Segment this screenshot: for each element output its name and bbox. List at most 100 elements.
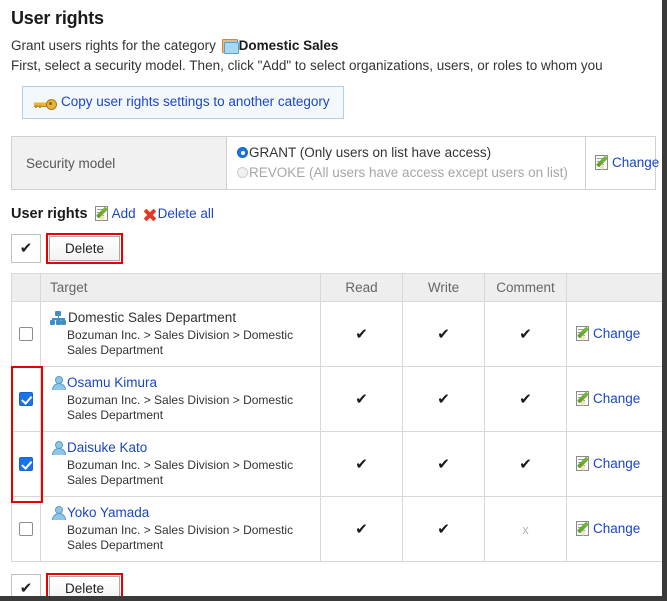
security-model-change-link[interactable]: Change bbox=[595, 155, 659, 170]
security-model-table: Security model GRANT (Only users on list… bbox=[11, 136, 659, 190]
row-target-cell: Daisuke Kato Bozuman Inc. > Sales Divisi… bbox=[40, 431, 321, 497]
folder-icon bbox=[221, 39, 239, 54]
row-checkbox-cell[interactable] bbox=[11, 431, 41, 497]
delete-button-highlight-top: Delete bbox=[46, 232, 124, 264]
target-label: Domestic Sales Department bbox=[68, 310, 237, 325]
row-target-cell: Osamu Kimura Bozuman Inc. > Sales Divisi… bbox=[40, 366, 321, 432]
delete-button-bottom[interactable]: Delete bbox=[49, 575, 121, 596]
radio-revoke-label: REVOKE (All users have access except use… bbox=[249, 165, 568, 180]
select-all-toggle-bottom[interactable]: ✔ bbox=[11, 573, 41, 596]
row-checkbox-cell[interactable] bbox=[11, 366, 41, 432]
row-change-link[interactable]: Change bbox=[576, 391, 640, 406]
row-checkbox-cell[interactable] bbox=[11, 301, 41, 367]
edit-pencil-icon bbox=[576, 521, 592, 536]
organization-icon bbox=[50, 311, 66, 325]
column-header-target: Target bbox=[40, 273, 321, 302]
target-name: Osamu Kimura bbox=[50, 374, 314, 391]
user-icon bbox=[50, 375, 66, 390]
table-row: Daisuke Kato Bozuman Inc. > Sales Divisi… bbox=[11, 431, 662, 497]
delete-button-top[interactable]: Delete bbox=[49, 235, 121, 261]
radio-revoke-icon[interactable] bbox=[237, 167, 248, 178]
security-model-change-label: Change bbox=[612, 155, 660, 170]
add-link[interactable]: Add bbox=[94, 206, 136, 221]
row-change-label: Change bbox=[593, 456, 641, 471]
column-header-checkbox bbox=[11, 273, 41, 302]
edit-pencil-icon bbox=[576, 391, 592, 406]
edit-pencil-icon bbox=[576, 326, 592, 341]
add-icon bbox=[94, 206, 111, 221]
row-checkbox[interactable] bbox=[19, 521, 33, 536]
row-target-cell: Yoko Yamada Bozuman Inc. > Sales Divisio… bbox=[40, 496, 321, 562]
user-icon bbox=[50, 440, 66, 455]
permission-comment: ✔ bbox=[484, 431, 567, 497]
page-description-line2: First, select a security model. Then, cl… bbox=[11, 58, 603, 73]
column-header-read: Read bbox=[320, 273, 403, 302]
row-target-cell: Domestic Sales Department Bozuman Inc. >… bbox=[40, 301, 321, 367]
permission-comment: x bbox=[484, 496, 567, 562]
copy-user-rights-label: Copy user rights settings to another cat… bbox=[61, 94, 330, 109]
row-change-link[interactable]: Change bbox=[576, 326, 640, 341]
page-description-line1: Grant users rights for the category Dome… bbox=[11, 36, 662, 55]
description-prefix: Grant users rights for the category bbox=[11, 38, 220, 53]
user-icon bbox=[50, 505, 66, 520]
row-action-cell: Change bbox=[566, 366, 662, 432]
delete-bar-bottom: ✔ Delete bbox=[11, 572, 662, 596]
target-name: Yoko Yamada bbox=[50, 504, 314, 521]
row-checkbox[interactable] bbox=[19, 456, 33, 471]
user-rights-heading: User rights bbox=[11, 206, 88, 222]
column-header-action bbox=[566, 273, 662, 302]
row-checkbox-cell[interactable] bbox=[11, 496, 41, 562]
target-link[interactable]: Osamu Kimura bbox=[67, 375, 157, 390]
delete-all-link[interactable]: Delete all bbox=[143, 206, 214, 222]
table-row: Domestic Sales Department Bozuman Inc. >… bbox=[11, 301, 662, 367]
security-model-label: Security model bbox=[11, 136, 227, 190]
target-path: Bozuman Inc. > Sales Division > Domestic… bbox=[67, 458, 294, 487]
row-change-link[interactable]: Change bbox=[576, 521, 640, 536]
edit-pencil-icon bbox=[576, 456, 592, 471]
permission-comment: ✔ bbox=[484, 301, 567, 367]
radio-option-grant[interactable]: GRANT (Only users on list have access) bbox=[237, 143, 585, 163]
page-content: User rights Grant users rights for the c… bbox=[0, 0, 662, 596]
radio-option-revoke[interactable]: REVOKE (All users have access except use… bbox=[237, 163, 585, 183]
target-path: Bozuman Inc. > Sales Division > Domestic… bbox=[67, 523, 294, 552]
category-name: Domestic Sales bbox=[238, 38, 339, 53]
target-path: Bozuman Inc. > Sales Division > Domestic… bbox=[67, 328, 294, 357]
radio-grant-label: GRANT (Only users on list have access) bbox=[249, 145, 492, 160]
copy-user-rights-button[interactable]: Copy user rights settings to another cat… bbox=[22, 86, 344, 119]
column-header-write: Write bbox=[402, 273, 485, 302]
row-change-link[interactable]: Change bbox=[576, 456, 640, 471]
select-all-toggle-top[interactable]: ✔ bbox=[11, 233, 41, 263]
permission-read: ✔ bbox=[320, 431, 403, 497]
page-window: User rights Grant users rights for the c… bbox=[0, 0, 667, 601]
row-action-cell: Change bbox=[566, 431, 662, 497]
red-x-icon bbox=[143, 207, 157, 222]
permission-write: ✔ bbox=[402, 496, 485, 562]
radio-grant-icon[interactable] bbox=[237, 147, 248, 158]
row-checkbox[interactable] bbox=[19, 391, 33, 406]
security-model-row: Security model GRANT (Only users on list… bbox=[11, 136, 659, 190]
target-link[interactable]: Daisuke Kato bbox=[67, 440, 147, 455]
delete-button-highlight-bottom: Delete bbox=[46, 572, 124, 596]
target-link[interactable]: Yoko Yamada bbox=[67, 505, 149, 520]
edit-pencil-icon bbox=[595, 155, 611, 170]
column-header-comment: Comment bbox=[484, 273, 567, 302]
delete-bar-top: ✔ Delete bbox=[11, 232, 662, 264]
security-model-options: GRANT (Only users on list have access) R… bbox=[226, 136, 586, 190]
table-row: Osamu Kimura Bozuman Inc. > Sales Divisi… bbox=[11, 366, 662, 432]
security-model-change-cell: Change bbox=[585, 136, 659, 190]
permission-comment: ✔ bbox=[484, 366, 567, 432]
table-row: Yoko Yamada Bozuman Inc. > Sales Divisio… bbox=[11, 496, 662, 562]
permission-read: ✔ bbox=[320, 366, 403, 432]
target-name: Daisuke Kato bbox=[50, 439, 314, 456]
user-rights-header: User rights Add Delete all bbox=[11, 205, 662, 222]
add-label: Add bbox=[111, 206, 136, 221]
row-action-cell: Change bbox=[566, 301, 662, 367]
row-change-label: Change bbox=[593, 521, 641, 536]
table-body: Domestic Sales Department Bozuman Inc. >… bbox=[11, 301, 662, 562]
row-checkbox[interactable] bbox=[19, 326, 33, 341]
row-action-cell: Change bbox=[566, 496, 662, 562]
row-change-label: Change bbox=[593, 326, 641, 341]
target-name: Domestic Sales Department bbox=[50, 309, 314, 326]
table-header-row: Target Read Write Comment bbox=[11, 273, 662, 302]
delete-all-label: Delete all bbox=[157, 206, 214, 221]
